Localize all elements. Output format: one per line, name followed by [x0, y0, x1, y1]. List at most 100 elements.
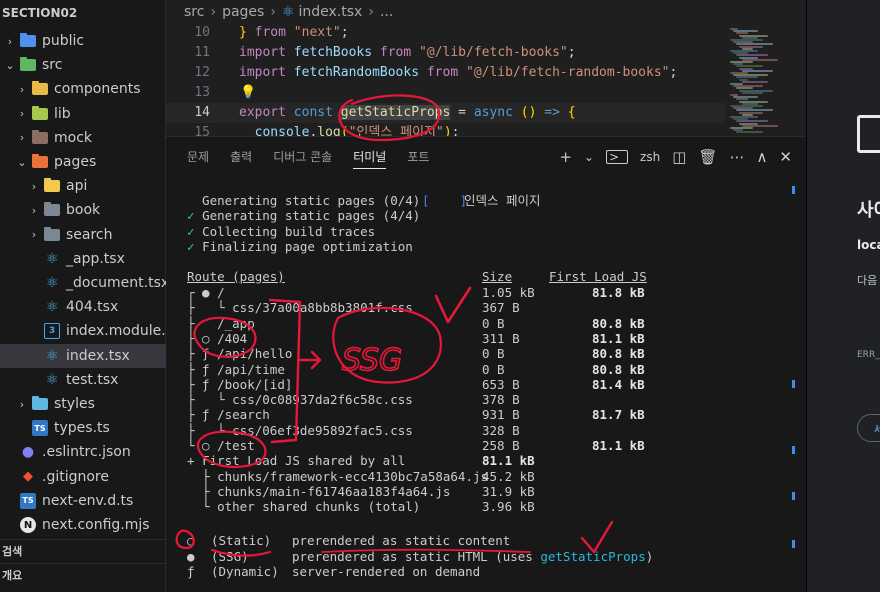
route-size: 0 B — [482, 315, 505, 331]
chevron-right-icon[interactable]: › — [28, 204, 40, 217]
route-path: css/37a00a8bb8b3801f.css — [232, 300, 413, 316]
more-actions-icon[interactable]: ⋯ — [729, 148, 744, 166]
code-text: import fetchBooks from "@/lib/fetch-book… — [239, 45, 576, 60]
chevron-down-icon[interactable]: ⌄ — [4, 59, 16, 72]
code-line[interactable]: 12 import fetchRandomBooks from "@/lib/fe… — [166, 63, 726, 83]
breadcrumb-symbol[interactable]: ... — [380, 4, 393, 20]
legend-symbol: ● — [187, 548, 195, 564]
route-row: ├ /_app 0 B 80.8 kB — [187, 316, 645, 332]
chevron-right-icon[interactable]: › — [16, 83, 28, 96]
code-editor[interactable]: 10} from "next"; 11 import fetchBooks from… — [166, 24, 726, 136]
breadcrumb-src[interactable]: src — [184, 4, 204, 20]
code-line[interactable]: 13 💡 — [166, 83, 726, 103]
src-folder-icon — [20, 57, 36, 73]
code-line[interactable]: 11 import fetchBooks from "@/lib/fetch-bo… — [166, 43, 726, 63]
shell-name[interactable]: zsh — [640, 150, 660, 164]
explorer-sidebar: SECTION02 › public ⌄ src › components › lib › moc… — [0, 0, 166, 592]
chevron-down-icon[interactable]: ⌄ — [584, 150, 594, 164]
chevron-right-icon[interactable]: › — [16, 398, 28, 411]
tree-item-label: index.tsx — [66, 347, 130, 364]
tree-item[interactable]: › book — [0, 198, 166, 222]
tree-item[interactable]: ⌄ src — [0, 53, 166, 77]
tree-item-label: .gitignore — [42, 468, 109, 485]
route-size: 328 B — [482, 422, 520, 438]
breadcrumb: src › pages › ⚛ index.tsx › ... — [166, 0, 806, 24]
tree-item[interactable]: ⚛ index.tsx — [0, 343, 166, 368]
code-line[interactable]: 14 export const getStaticProps = async ()… — [166, 103, 726, 123]
tree-item[interactable]: › lib — [0, 102, 166, 126]
route-first-load: 80.8 kB — [592, 361, 645, 377]
tree-glyph: ├ ƒ — [187, 376, 218, 392]
tree-item[interactable]: 3 index.module.… — [0, 319, 166, 343]
tree-item[interactable]: › styles — [0, 392, 166, 416]
tree-item[interactable]: › components — [0, 77, 166, 101]
tree-item[interactable]: ⚛ _app.tsx — [0, 247, 166, 271]
trash-icon[interactable]: 🗑 — [698, 148, 717, 166]
legend-desc-tail: ) — [645, 548, 654, 564]
sad-page-icon — [857, 115, 880, 153]
legend-row: ● (SSG) prerendered as static HTML (uses g… — [187, 548, 653, 565]
split-terminal-icon[interactable]: ◫ — [672, 148, 686, 166]
folder-icon — [44, 226, 60, 243]
search-section-header[interactable]: 검색 — [0, 539, 166, 563]
tree-item[interactable]: ⚛ _document.tsx — [0, 271, 166, 295]
chunk-row: └ other shared chunks (total) 3.96 kB — [187, 499, 535, 515]
code-line[interactable]: 10} from "next"; — [166, 24, 726, 43]
minimap[interactable] — [726, 24, 806, 136]
route-path: css/0c08937da2f6c58c.css — [232, 392, 413, 408]
tree-item[interactable]: › mock — [0, 126, 166, 150]
code-line[interactable]: 15 console.log("인덱스 페이지"); — [166, 123, 726, 136]
tree-item[interactable]: ⚛ test.tsx — [0, 368, 166, 392]
breadcrumb-file[interactable]: index.tsx — [299, 4, 363, 20]
reload-button[interactable]: 세 — [857, 414, 880, 442]
chevron-right-icon[interactable]: › — [4, 35, 16, 48]
legend-desc: prerendered as static HTML (uses getStat… — [292, 548, 654, 564]
terminal-output[interactable]: Generating static pages (0/4)[ ] 인덱스 페이지 ✓… — [166, 177, 806, 592]
tab-debug-console[interactable]: 디버그 콘솔 — [273, 137, 332, 177]
tab-ports[interactable]: 포트 — [407, 137, 429, 177]
tree-item[interactable]: Nnext.config.mjs — [0, 513, 166, 537]
chunk-name: chunks/main-f61746aa183f4a64.js — [217, 483, 451, 499]
tree-item-label: _app.tsx — [66, 250, 125, 267]
build-step-text: Finalizing page optimization — [202, 238, 413, 254]
route-first-load: 81.8 kB — [592, 285, 645, 300]
tree-item[interactable]: › search — [0, 223, 166, 247]
tree-item[interactable]: › api — [0, 174, 166, 198]
next-icon: N — [20, 517, 36, 533]
maximize-panel-icon[interactable]: ∧ — [756, 148, 767, 166]
tree-item[interactable]: TS next-env.d.ts — [0, 489, 166, 513]
chevron-right-icon[interactable]: › — [28, 180, 40, 193]
tab-terminal[interactable]: 터미널 — [353, 137, 387, 177]
new-terminal-icon[interactable]: + — [559, 148, 572, 166]
route-path: /api/hello — [217, 346, 293, 362]
tree-item[interactable]: TS types.ts — [0, 416, 166, 440]
route-size: 258 B — [482, 438, 520, 453]
route-first-load: 81.1 kB — [592, 330, 645, 346]
tree-item-label: _document.tsx — [66, 275, 166, 291]
close-icon[interactable]: ✕ — [779, 148, 792, 166]
legend-symbol: ○ — [187, 533, 195, 548]
chevron-right-icon[interactable]: › — [16, 107, 28, 120]
outline-section-header[interactable]: 개요 — [0, 563, 166, 587]
tree-item[interactable]: ⚛ 404.tsx — [0, 295, 166, 319]
error-code: ERR_ — [857, 350, 880, 360]
lightbulb-icon[interactable]: 💡 — [240, 83, 256, 103]
tree-item[interactable]: ⌄ pages — [0, 150, 166, 174]
tree-item[interactable]: ◆ .gitignore — [0, 465, 166, 489]
chevron-right-icon[interactable]: › — [16, 131, 28, 144]
tree-glyph: └ ○ — [187, 438, 218, 453]
route-row: ├ ƒ /search 931 B 81.7 kB — [187, 407, 645, 423]
tree-item[interactable]: ● .eslintrc.json — [0, 440, 166, 464]
chevron-down-icon[interactable]: ⌄ — [16, 156, 28, 169]
explorer-section-title[interactable]: SECTION02 — [0, 0, 165, 26]
route-first-load: 81.7 kB — [592, 407, 645, 423]
tree-glyph: ├ ƒ — [187, 361, 218, 377]
scrollbar-marker — [792, 540, 795, 548]
tab-problems[interactable]: 문제 — [187, 137, 209, 177]
chevron-right-icon[interactable]: › — [28, 228, 40, 241]
tree-item[interactable]: › public — [0, 29, 166, 53]
tab-output[interactable]: 출력 — [230, 137, 252, 177]
reload-button-label: 세 — [874, 421, 880, 437]
legend-symbol: ƒ — [187, 564, 195, 579]
breadcrumb-pages[interactable]: pages — [222, 4, 264, 20]
